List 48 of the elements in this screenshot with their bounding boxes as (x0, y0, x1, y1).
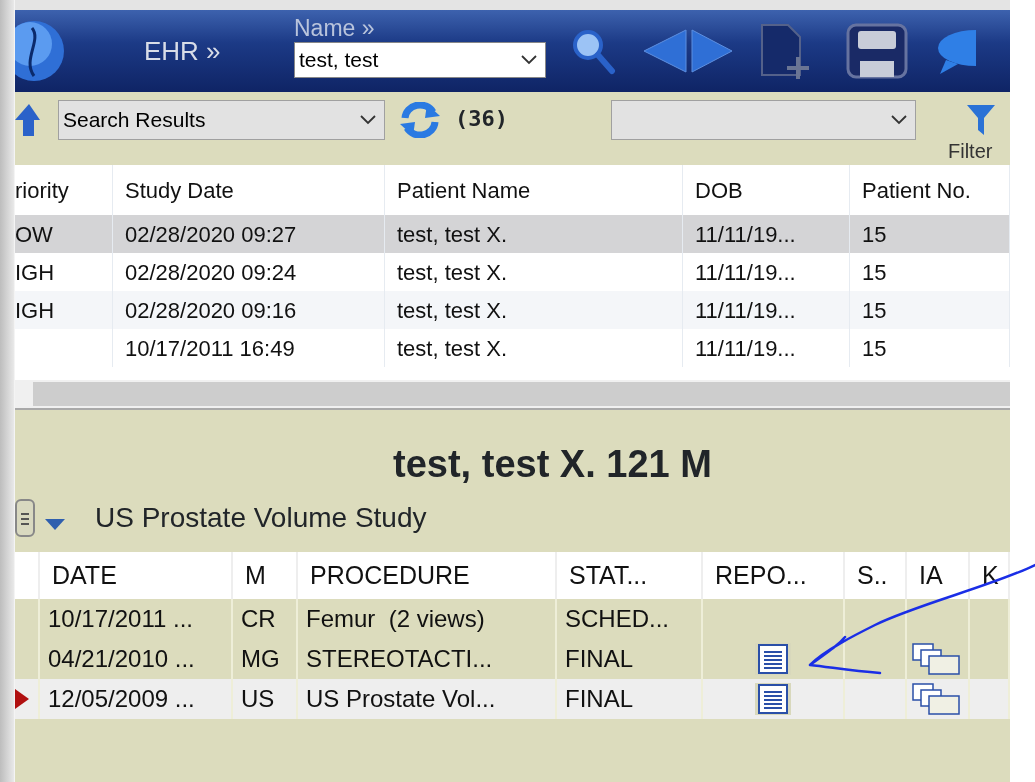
column-header[interactable]: STAT... (557, 552, 703, 599)
horizontal-scrollbar[interactable] (15, 380, 1010, 408)
column-header[interactable]: M (233, 552, 298, 599)
table-cell: 12/05/2009 ... (40, 679, 233, 719)
current-row-marker (15, 689, 29, 709)
save-icon[interactable] (846, 23, 908, 79)
result-count: (36) (455, 105, 509, 133)
filter-icon[interactable] (966, 104, 996, 136)
table-cell: 10/17/2011 ... (40, 599, 233, 639)
refresh-icon[interactable] (399, 102, 441, 138)
table-cell: SCHED... (557, 599, 703, 639)
table-cell: OW (15, 215, 113, 253)
patient-title: test, test X. 121 M (392, 442, 713, 486)
table-cell: FINAL (557, 679, 703, 719)
column-header[interactable]: PROCEDURE (298, 552, 557, 599)
table-cell: 15 (850, 215, 1010, 253)
filter-label[interactable]: Filter (948, 136, 993, 166)
study-title: US Prostate Volume Study (95, 501, 427, 535)
column-header[interactable]: K (970, 552, 1010, 599)
search-icon[interactable] (570, 27, 616, 75)
forward-arrow-icon[interactable] (690, 28, 734, 74)
column-header[interactable]: REPO... (703, 552, 845, 599)
table-cell: 11/11/19... (683, 291, 850, 329)
table-cell: US Prostate Vol... (298, 679, 557, 719)
table-cell: 15 (850, 291, 1010, 329)
document-icon[interactable] (15, 498, 35, 538)
table-cell: test, test X. (385, 291, 683, 329)
column-header (15, 552, 40, 599)
table-cell: 11/11/19... (683, 215, 850, 253)
table-cell: Femur (2 views) (298, 599, 557, 639)
caret-icon[interactable] (45, 519, 65, 531)
table-cell: IGH (15, 291, 113, 329)
ehr-link[interactable]: EHR » (144, 31, 294, 71)
up-arrow-icon[interactable] (15, 102, 40, 138)
name-dropdown[interactable]: test, test (294, 42, 546, 78)
column-header[interactable]: DATE (40, 552, 233, 599)
new-document-icon[interactable] (758, 21, 812, 81)
name-label: Name » (294, 14, 376, 42)
table-cell: US (233, 679, 298, 719)
table-cell: test, test X. (385, 215, 683, 253)
back-arrow-icon[interactable] (642, 28, 688, 74)
table-cell: 02/28/2020 09:16 (113, 291, 385, 329)
table-cell: CR (233, 599, 298, 639)
report-icon[interactable] (754, 682, 792, 716)
column-header[interactable]: IA (907, 552, 970, 599)
table-cell: 02/28/2020 09:27 (113, 215, 385, 253)
column-header[interactable]: S.. (845, 552, 907, 599)
view-dropdown[interactable]: Search Results (58, 100, 385, 140)
